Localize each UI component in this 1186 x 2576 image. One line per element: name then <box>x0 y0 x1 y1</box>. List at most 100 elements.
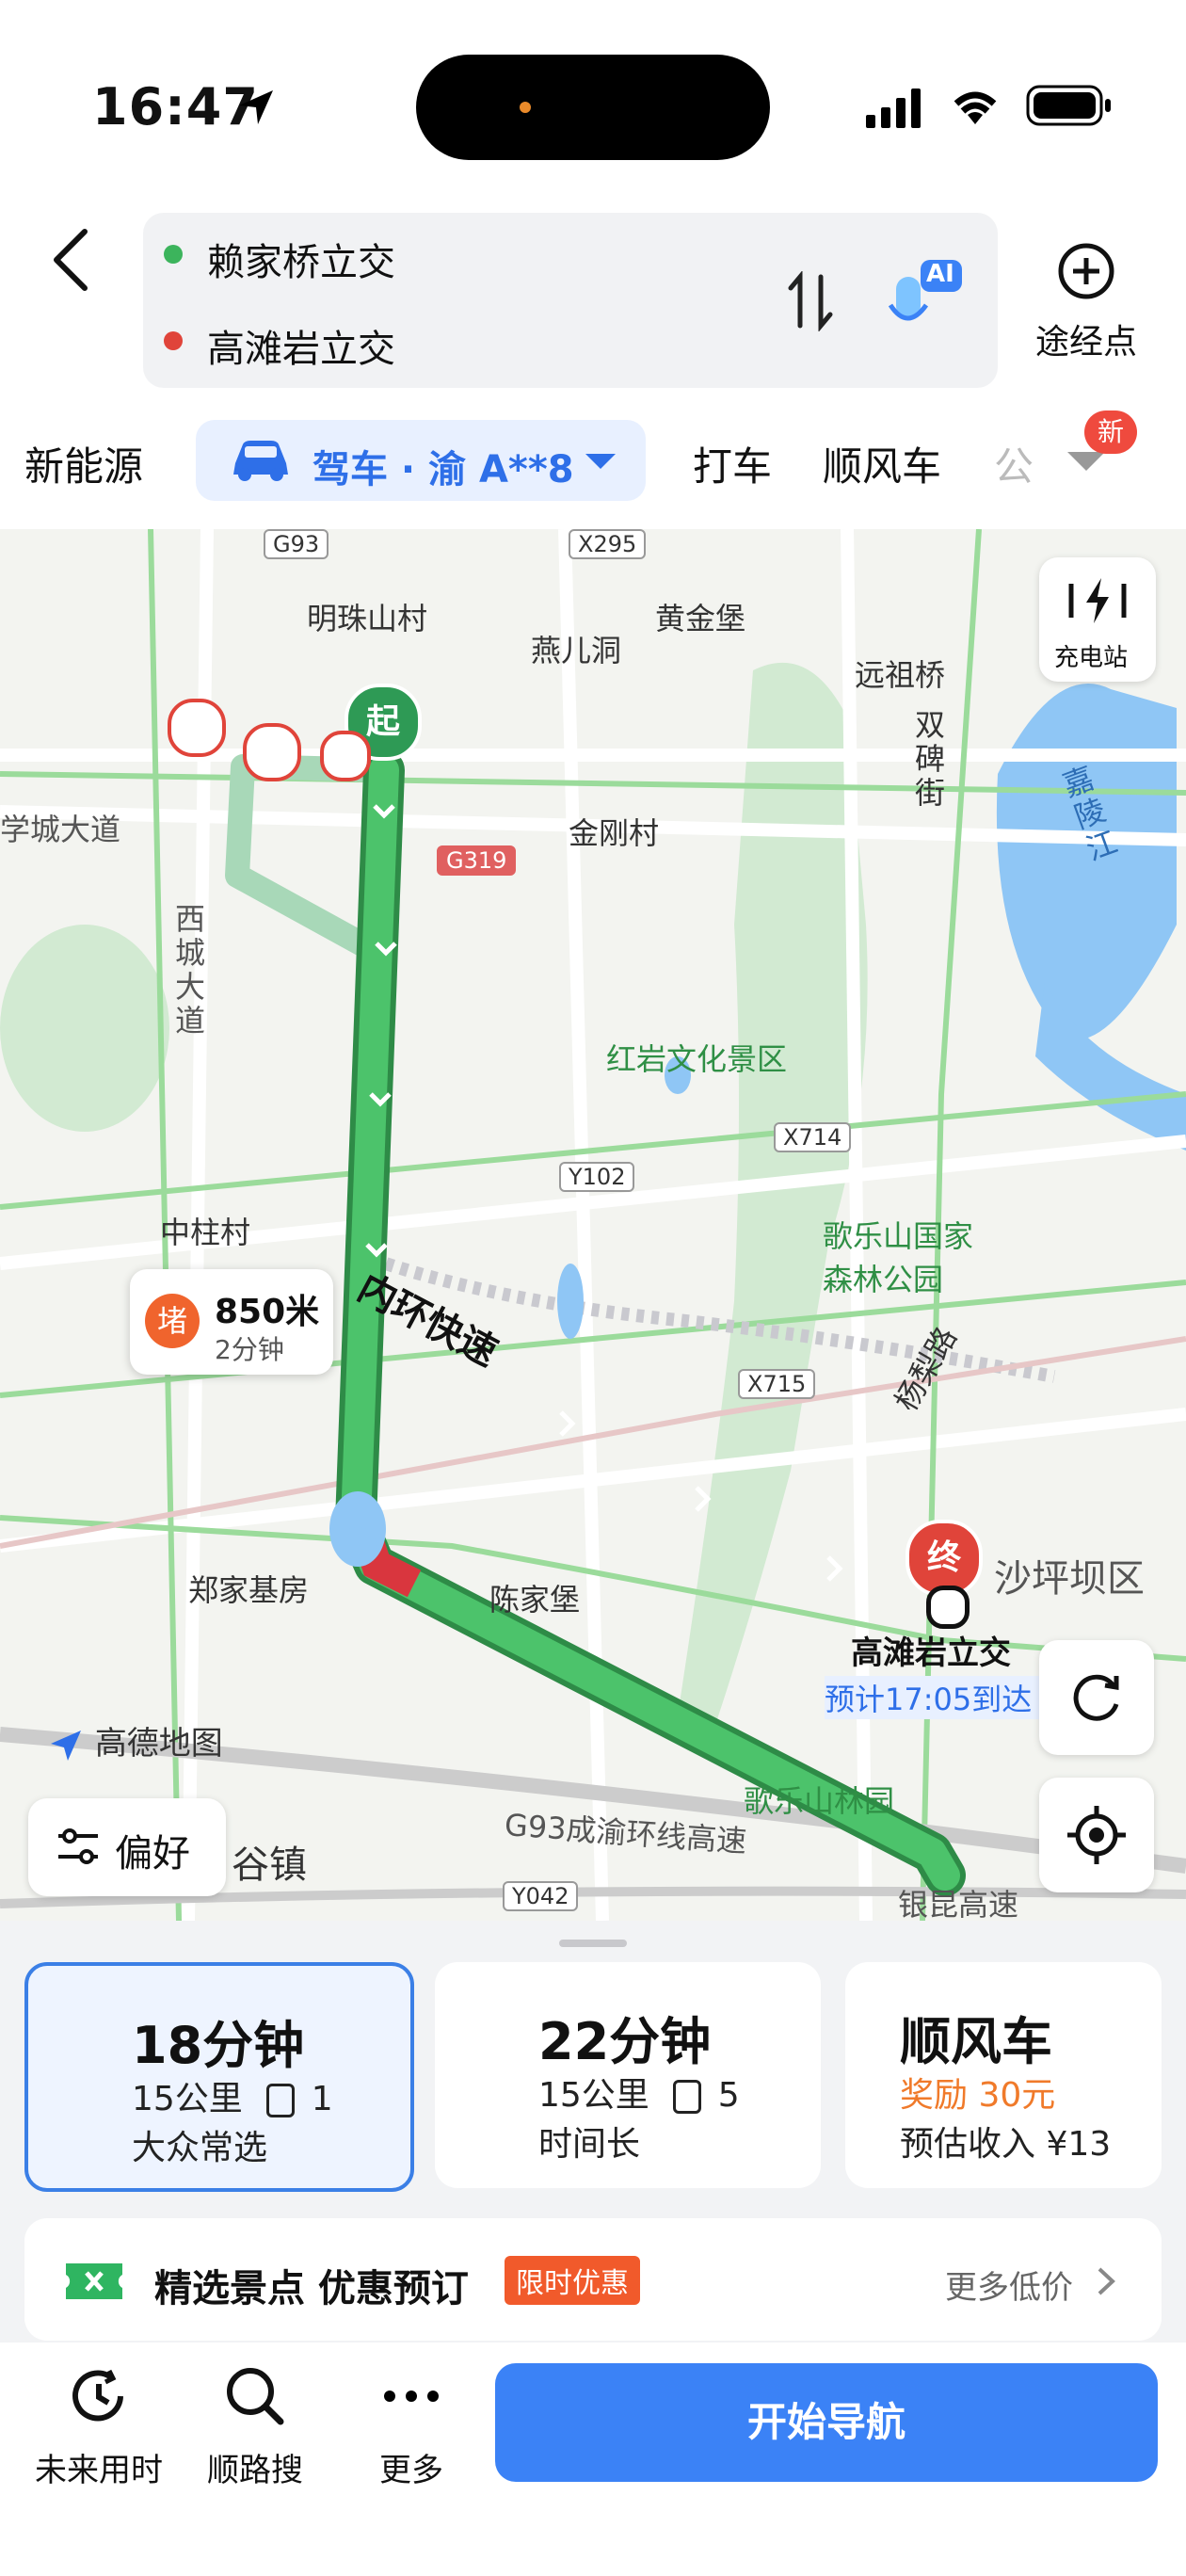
traffic-jam-bubble[interactable]: 堵 850米 2分钟 <box>130 1269 333 1375</box>
ai-voice-icon[interactable]: AI <box>888 258 964 346</box>
traffic-light-icon <box>266 2084 296 2117</box>
map-label: 歌乐山国家森林公园 <box>823 1218 974 1297</box>
tab-carpool[interactable]: 顺风车 <box>823 435 941 492</box>
route-option-2[interactable]: 22分钟 15公里 5 时间长 <box>435 1962 821 2188</box>
promo-more-link[interactable]: 更多低价 <box>945 2262 1073 2308</box>
map-label: 红岩文化景区 <box>606 1041 788 1077</box>
add-circle-icon <box>1058 243 1114 299</box>
locate-button[interactable] <box>1039 1778 1154 1892</box>
future-time-label: 未来用时 <box>35 2452 163 2489</box>
tab-new-energy[interactable]: 新能源 <box>24 435 143 492</box>
route-time: 18分钟 <box>132 2016 305 2075</box>
map-label: 歌乐山林园 <box>744 1783 895 1819</box>
route-distance: 15公里 <box>538 2076 649 2115</box>
road-tag-y102: Y102 <box>559 1162 635 1192</box>
charging-label: 充电站 <box>1054 644 1129 672</box>
waypoint-label: 途经点 <box>1034 323 1137 362</box>
route-option-1[interactable]: 18分钟 15公里 1 大众常选 <box>24 1962 414 2192</box>
gaode-logo-icon <box>51 1730 81 1761</box>
map-view[interactable]: G93 X295 G319 X714 Y102 X715 Y042 明珠山村 燕… <box>0 529 1186 1921</box>
preference-label: 偏好 <box>115 1832 190 1876</box>
map-label: 远祖桥 <box>855 657 946 693</box>
promo-banner[interactable]: 精选景点 优惠预订 限时优惠 更多低价 <box>24 2218 1162 2341</box>
road-tag-x715: X715 <box>738 1369 816 1399</box>
map-label: 燕儿洞 <box>531 633 622 668</box>
chevron-right-icon <box>1098 2267 1115 2295</box>
map-label: 陈家堡 <box>489 1582 581 1618</box>
drag-handle[interactable] <box>559 1940 627 1947</box>
map-label: 谷镇 <box>232 1843 307 1887</box>
construction-icon <box>168 699 226 757</box>
wifi-icon <box>947 83 1003 132</box>
tab-taxi[interactable]: 打车 <box>693 435 772 492</box>
charging-station-button[interactable]: 充电站 <box>1039 557 1156 682</box>
destination-dot <box>164 331 183 350</box>
chevron-down-icon <box>585 454 616 469</box>
destination-map-label: 高滩岩立交 <box>851 1634 1011 1672</box>
future-time-button[interactable]: 未来用时 <box>28 2363 169 2490</box>
carpool-title: 顺风车 <box>900 2012 1052 2071</box>
back-button[interactable] <box>43 222 100 298</box>
map-label: 沙坪坝区 <box>994 1557 1145 1601</box>
route-info: 15公里 5 <box>538 2068 740 2117</box>
more-button[interactable]: 更多 <box>341 2363 482 2490</box>
new-badge: 新 <box>1084 411 1137 454</box>
battery-icon <box>1026 85 1113 130</box>
refresh-button[interactable] <box>1039 1640 1154 1755</box>
gaode-logo: 高德地图 <box>47 1717 223 1764</box>
status-time: 16:47 <box>92 77 259 137</box>
crosshair-icon <box>1067 1806 1126 1864</box>
map-label: 黄金堡 <box>655 601 746 636</box>
tab-drive[interactable]: 驾车 · 渝 A**8 <box>196 420 646 501</box>
more-dots-icon <box>384 2391 439 2402</box>
route-time: 22分钟 <box>538 2012 712 2071</box>
ai-badge: AI <box>926 260 954 288</box>
gaode-logo-text: 高德地图 <box>94 1725 223 1763</box>
origin-input[interactable]: 赖家桥立交 <box>207 232 395 286</box>
road-tag-g319: G319 <box>437 845 517 876</box>
origin-dot <box>164 245 183 264</box>
road-tag-y042: Y042 <box>503 1881 579 1911</box>
swap-icon[interactable] <box>783 270 840 335</box>
search-icon <box>227 2368 284 2425</box>
signal-icon <box>866 87 926 132</box>
promo-title: 精选景点 优惠预订 <box>154 2267 469 2310</box>
map-label: 金刚村 <box>569 815 660 851</box>
location-arrow-icon <box>235 87 277 132</box>
map-label: 双碑街 <box>915 707 946 811</box>
jam-distance: 850米 <box>215 1293 320 1331</box>
carpool-income: 预估收入 ¥13 <box>900 2125 1112 2164</box>
carpool-card[interactable]: 顺风车 奖励 30元 预估收入 ¥13 <box>845 1962 1162 2188</box>
search-along-button[interactable]: 顺路搜 <box>184 2363 326 2490</box>
tab-more-cut[interactable]: 公 <box>994 435 1034 492</box>
route-info: 15公里 1 <box>132 2071 333 2120</box>
promo-badge: 限时优惠 <box>505 2256 640 2305</box>
construction-icon <box>320 731 371 781</box>
construction-icon <box>243 723 301 781</box>
traffic-light-icon <box>673 2080 702 2114</box>
map-label: 银昆高速 <box>898 1887 1019 1921</box>
destination-input[interactable]: 高滩岩立交 <box>207 318 395 373</box>
road-tag-x295: X295 <box>569 529 647 559</box>
route-input-box: 赖家桥立交 高滩岩立交 AI <box>143 213 998 388</box>
route-lights: 1 <box>311 2080 333 2118</box>
start-navigation-button[interactable]: 开始导航 <box>495 2363 1158 2482</box>
sliders-icon <box>58 1828 98 1864</box>
route-tag: 时间长 <box>538 2125 641 2164</box>
jam-badge: 堵 <box>145 1294 200 1348</box>
map-label: 郑家基房 <box>188 1572 310 1608</box>
drive-label: 驾车 · 渝 A**8 <box>313 448 574 491</box>
search-along-label: 顺路搜 <box>207 2452 303 2489</box>
map-label: 西城大道 <box>175 901 206 1038</box>
clock-icon <box>72 2369 123 2422</box>
destination-pin <box>926 1586 970 1629</box>
add-waypoint-button[interactable]: 途经点 <box>1030 241 1143 363</box>
ticket-icon <box>66 2263 122 2299</box>
preference-button[interactable]: 偏好 <box>28 1798 226 1896</box>
eta-label: 预计17:05到达 <box>825 1676 1041 1719</box>
map-label: 明珠山村 <box>307 601 428 636</box>
more-label: 更多 <box>379 2452 443 2489</box>
charging-icon <box>1068 578 1127 623</box>
dynamic-island <box>416 55 770 160</box>
refresh-icon <box>1073 1674 1119 1721</box>
